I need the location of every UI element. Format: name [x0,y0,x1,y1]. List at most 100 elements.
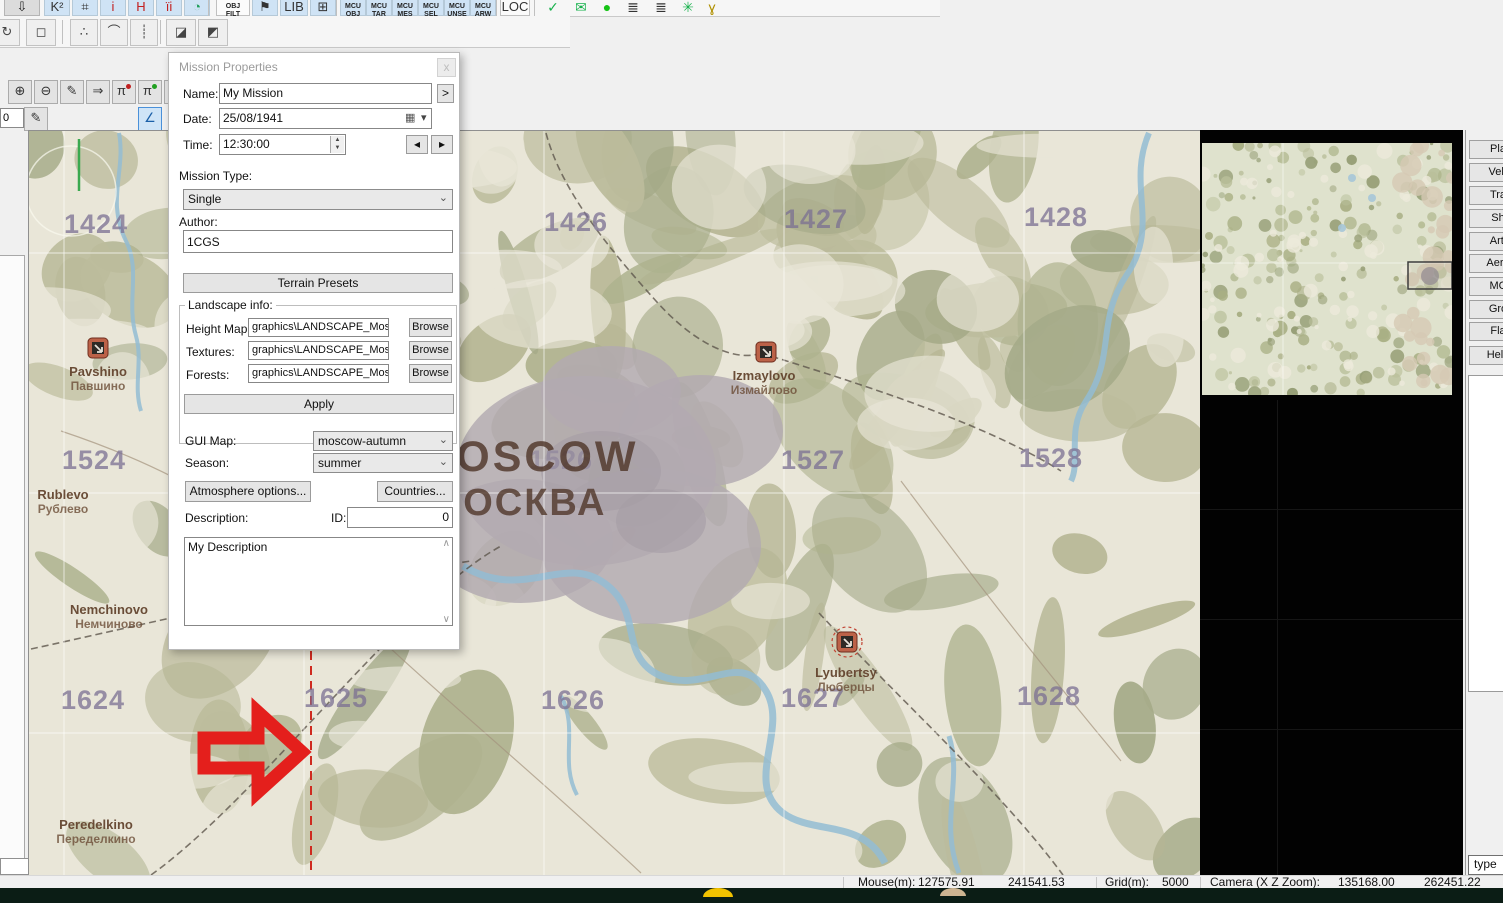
place-label-ru: Люберцы [817,680,875,694]
type-filter-box[interactable]: type [1468,855,1503,875]
time-spinner[interactable]: ▲ ▼ [330,136,344,153]
group-layout-icon[interactable]: ⊞ [310,0,336,16]
axis-path-icon[interactable]: ┊ [130,19,158,46]
taskbar-dot-tan [940,888,966,896]
info-object-icon[interactable]: i [100,0,126,16]
edit-pencil2-icon[interactable]: ✎ [24,107,48,131]
right-panel-button-help[interactable]: Help [1469,346,1503,365]
scroll-up-icon[interactable]: ∧ [443,538,450,549]
spin-up-icon[interactable]: ▲ [335,137,341,143]
map-marker-icon[interactable] [756,342,776,362]
description-label: Description: [185,511,248,525]
time-prev-button[interactable]: ◂ [406,135,428,154]
mcu-sel-button[interactable]: MCUSEL [418,0,444,16]
obj-filter-button[interactable]: OBJFILT [216,0,250,16]
id-label: ID: [331,511,346,525]
countries-button[interactable]: Countries... [377,481,453,502]
envelope-icon[interactable]: ✉ [568,0,594,16]
edit-pencil-icon[interactable]: ✎ [60,80,84,104]
grid-tool-icon[interactable]: ⌗ [72,0,98,16]
right-panel-button-mc[interactable]: MC [1469,277,1503,296]
scroll-down-icon[interactable]: ∨ [443,614,450,625]
stamp-copy-icon[interactable]: ◪ [166,19,196,46]
season-select[interactable]: summer ⌄ [313,453,453,473]
textures-browse-button[interactable]: Browse [409,341,452,360]
marquee-select-icon[interactable]: ◻ [26,19,56,46]
mcu-tar-button[interactable]: MCUTAR [366,0,392,16]
spin-down-icon[interactable]: ▼ [335,145,341,151]
dialog-close-button[interactable]: x [437,58,456,77]
author-field[interactable]: 1CGS [183,230,453,253]
minimap[interactable] [1202,143,1452,395]
gui-map-select[interactable]: moscow-autumn ⌄ [313,431,453,451]
asterisk-icon[interactable]: ✳ [678,0,698,16]
right-panel-button-aero[interactable]: Aero [1469,254,1503,273]
height-map-field[interactable]: graphics\LANDSCAPE_Mosc [248,318,389,337]
stamp-paste-icon[interactable]: ◩ [198,19,228,46]
zoom-in-icon[interactable]: ⊕ [8,80,32,104]
toolbar-row-2: ↻◻ ∴⌒┊ ◪◩ [0,16,570,48]
jump-arrow-icon[interactable]: ⇒ [86,80,110,104]
calendar-icon[interactable]: ▦ [405,111,415,124]
dot-icon[interactable]: ● [596,0,618,16]
arc-path-icon[interactable]: ⌒ [100,19,128,46]
mcu-arw-button[interactable]: MCUARW [470,0,496,16]
right-panel-button-gro[interactable]: Gro [1469,300,1503,319]
lines-dashed2-icon[interactable]: ≣ [648,0,674,16]
ii-object-icon[interactable]: ïi [156,0,182,16]
rotate-select-icon[interactable]: ↻ [0,19,20,46]
loc-button[interactable]: LOC [500,0,530,16]
forests-field[interactable]: graphics\LANDSCAPE_Mosc [248,364,389,383]
textures-field[interactable]: graphics\LANDSCAPE_Mosc [248,341,389,360]
mcu-obj-button[interactable]: MCUOBJ [340,0,366,16]
time-next-button[interactable]: ▸ [431,135,453,154]
description-textarea[interactable]: My Description ∧ ∨ [184,537,453,626]
name-field[interactable]: My Mission [219,83,432,104]
mcu-unse-button[interactable]: MCUUNSE [444,0,470,16]
date-field[interactable]: 25/08/1941 [219,108,432,129]
right-panel-button-arti[interactable]: Arti [1469,232,1503,251]
status-separator [1200,877,1201,888]
pi-green-icon[interactable]: π [138,80,162,104]
toolbar-separator [496,0,497,16]
toolbar-separator [336,0,337,16]
counter-input[interactable] [0,108,24,128]
name-more-button[interactable]: > [437,84,454,103]
mission-type-select[interactable]: Single ⌄ [183,189,453,210]
chevron-down-icon: ⌄ [439,433,448,446]
time-field[interactable]: 12:30:00 ▲ ▼ [219,134,346,155]
mcu-mes-button[interactable]: MCUMES [392,0,418,16]
right-panel-button-fla[interactable]: Fla [1469,322,1503,341]
height-map-label: Height Map: [186,322,251,336]
id-field[interactable]: 0 [347,507,453,528]
lines-dashed-icon[interactable]: ≣ [620,0,646,16]
right-panel-button-sh[interactable]: Sh [1469,209,1503,228]
angle-measure-icon[interactable]: ∠ [138,107,162,131]
height-map-browse-button[interactable]: Browse [409,318,452,337]
right-panel-button-pla[interactable]: Pla [1469,140,1503,159]
flag-filter-icon[interactable]: ⚑ [252,0,278,16]
h-object-icon[interactable]: H [128,0,154,16]
minimap-viewport-rect[interactable] [1408,262,1452,289]
waypoint-path-icon[interactable]: ∴ [70,19,98,46]
right-panel-button-tra[interactable]: Tra [1469,186,1503,205]
zoom-out-icon[interactable]: ⊖ [34,80,58,104]
slingshot-icon[interactable]: ɣ [702,0,722,16]
apply-button[interactable]: Apply [184,394,454,414]
atmosphere-options-button[interactable]: Atmosphere options... [185,481,311,502]
check-icon[interactable]: ✓ [540,0,566,16]
date-dropdown-icon[interactable]: ▾ [421,111,427,124]
forests-browse-button[interactable]: Browse [409,364,452,383]
place-label-ru: Павшино [71,379,126,393]
lib-button[interactable]: LIB [280,0,308,16]
map-marker-icon[interactable] [88,338,108,358]
clock-icon[interactable]: ◔ [184,0,210,16]
pi-red-icon[interactable]: π [112,80,136,104]
right-panel-button-veh[interactable]: Veh [1469,163,1503,182]
import-terrain-icon[interactable]: ⇩ [4,0,40,16]
name-label: Name: [183,87,218,101]
k2-icon[interactable]: K² [44,0,70,16]
color-dot [152,84,157,89]
terrain-presets-button[interactable]: Terrain Presets [183,273,453,293]
place-label-ru: Рублево [38,502,88,516]
